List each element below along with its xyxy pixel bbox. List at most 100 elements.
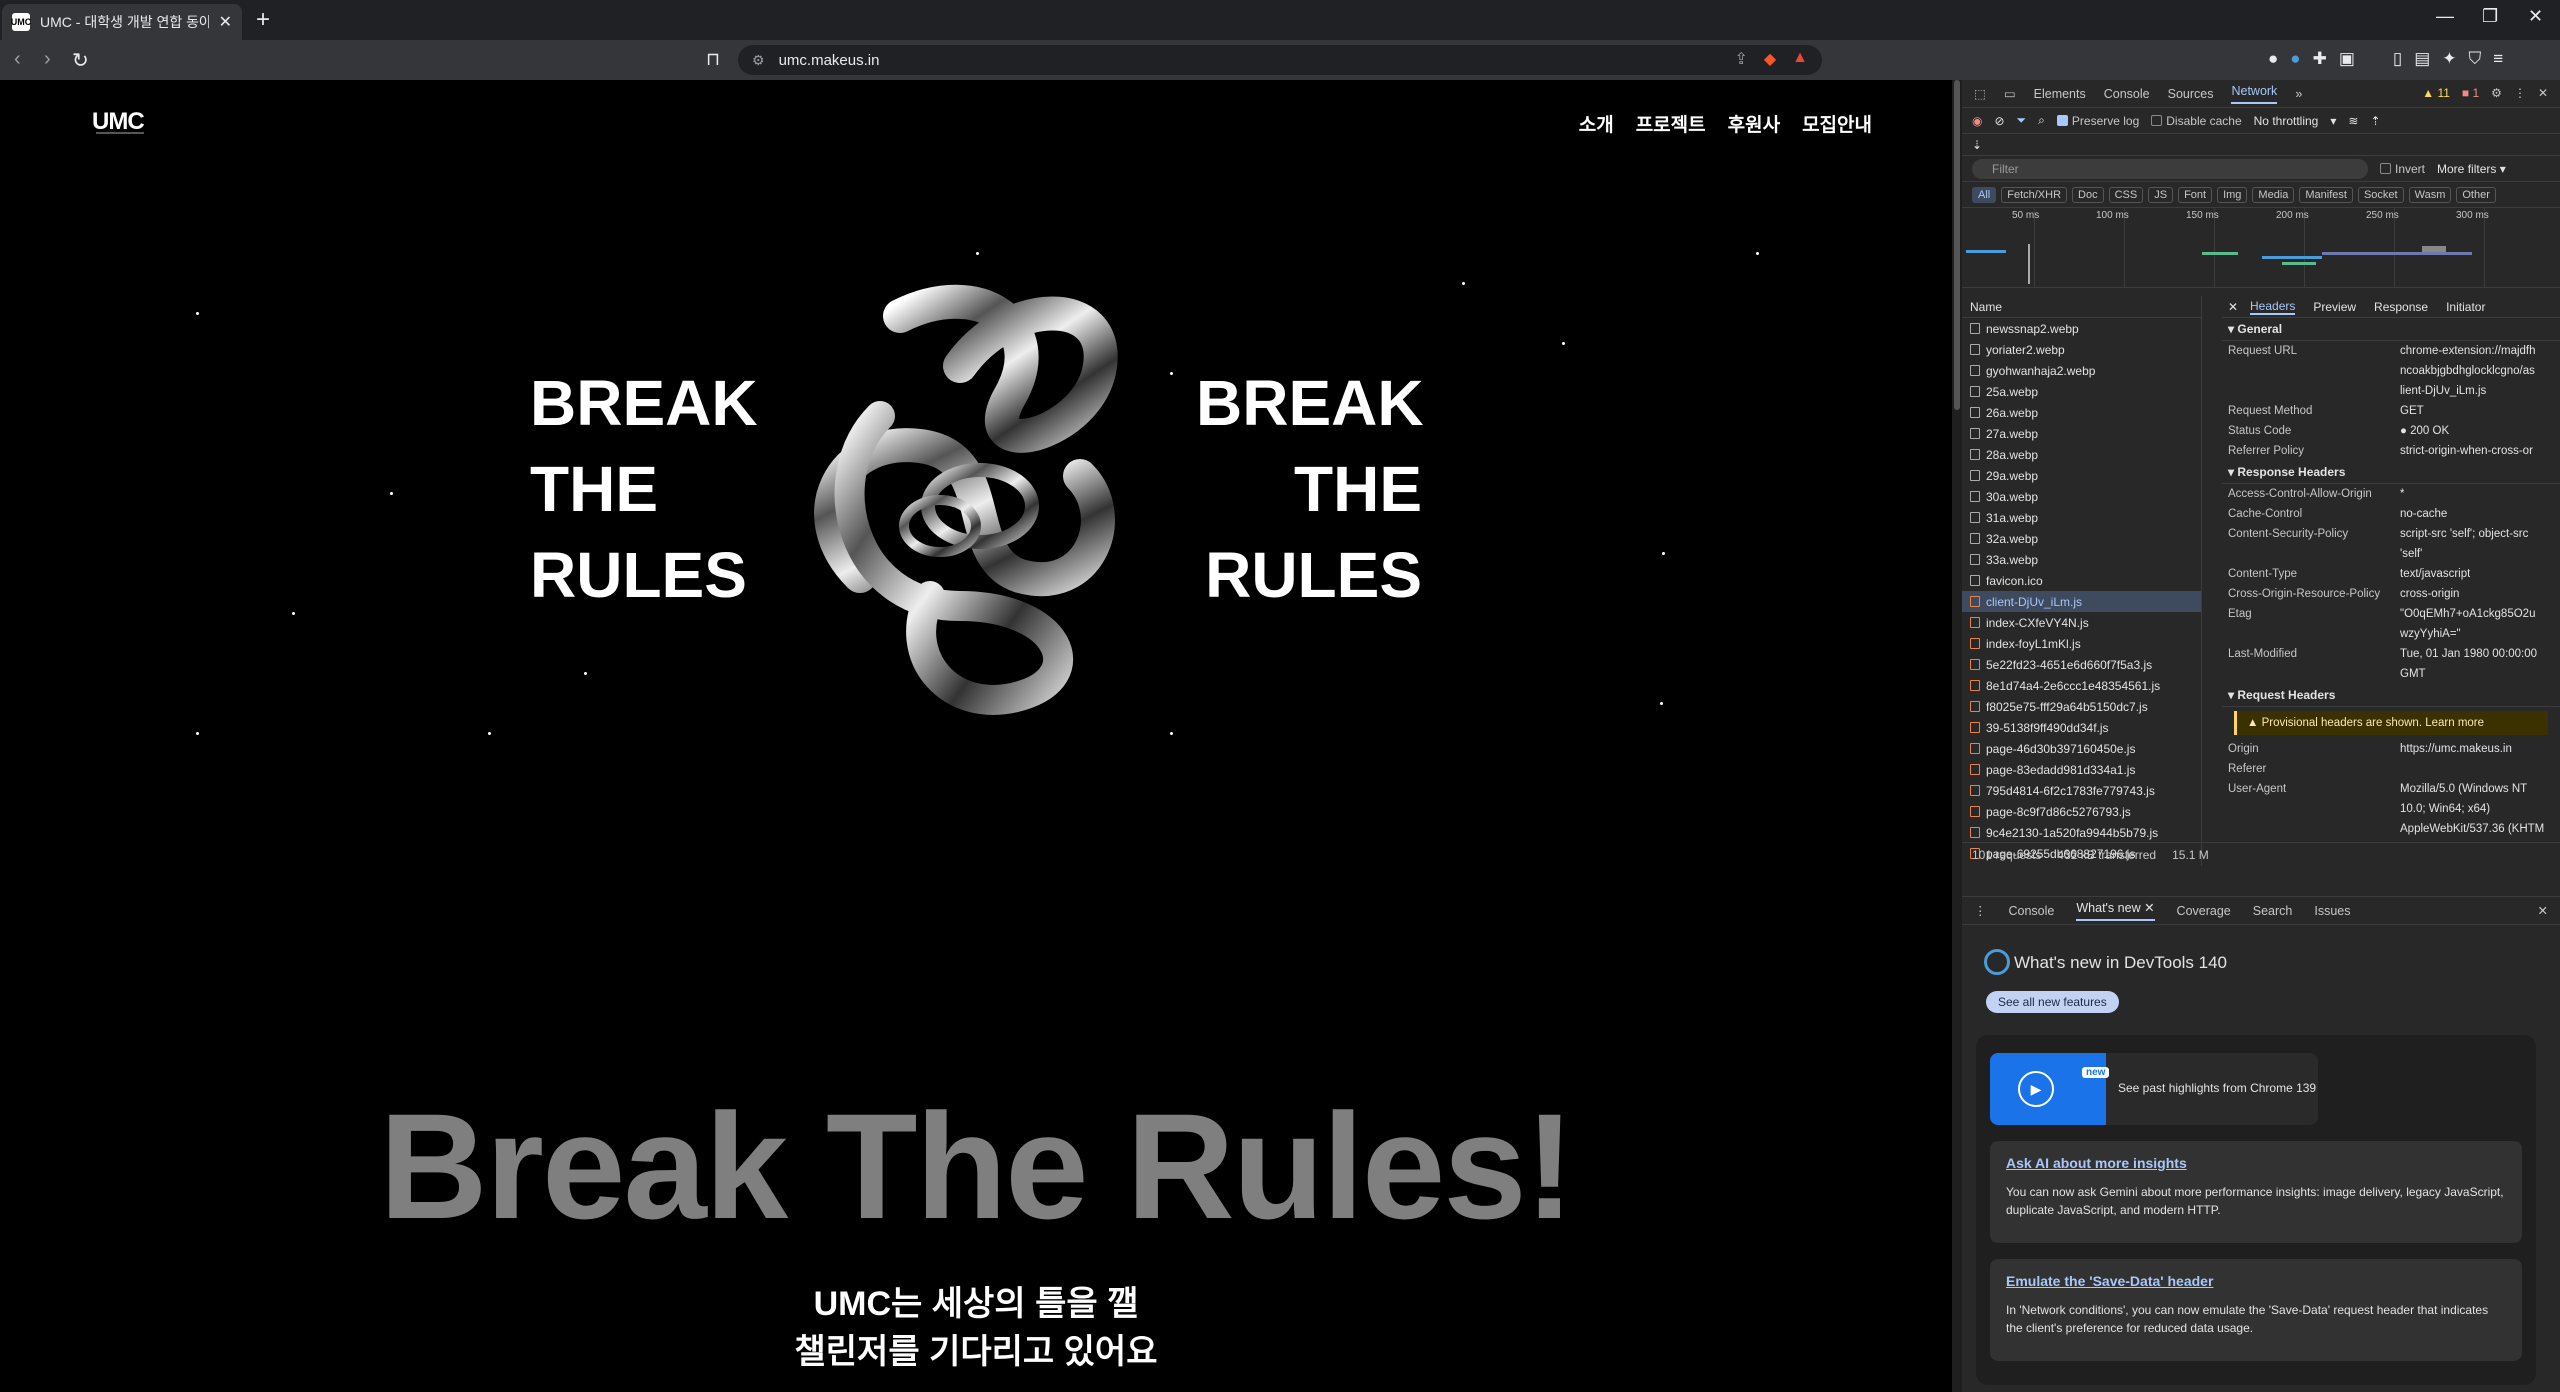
drawer-menu-icon[interactable]: ⋮ (1974, 903, 1987, 918)
close-window-button[interactable]: ✕ (2528, 6, 2543, 27)
kebab-menu-icon[interactable]: ⋮ (2514, 86, 2526, 100)
card-link[interactable]: Ask AI about more insights (2006, 1155, 2506, 1171)
puzzle-icon[interactable]: ✚ (2313, 49, 2327, 69)
tab-initiator[interactable]: Initiator (2446, 300, 2485, 314)
type-socket[interactable]: Socket (2357, 186, 2404, 203)
network-conditions-icon[interactable]: ≋ (2348, 114, 2358, 128)
filter-icon[interactable]: ⏷ (2017, 113, 2027, 128)
record-icon[interactable]: ◉ (1972, 114, 1982, 128)
more-filters-button[interactable]: More filters ▾ (2437, 162, 2506, 176)
request-row[interactable]: 5e22fd23-4651e6d660f7f5a3.js (1962, 654, 2201, 675)
request-row[interactable]: client-DjUv_iLm.js (1962, 591, 2201, 612)
type-css[interactable]: CSS (2108, 186, 2144, 203)
search-icon[interactable]: ⌕ (2038, 113, 2045, 128)
browser-tab[interactable]: UMC UMC - 대학생 개발 연합 동아리 ✕ (2, 4, 242, 40)
request-row[interactable]: page-46d30b397160450e.js (1962, 738, 2201, 759)
extension-icon[interactable]: ● (2268, 49, 2278, 69)
request-row[interactable]: 33a.webp (1962, 549, 2201, 570)
request-row[interactable]: page-8c9f7d86c5276793.js (1962, 801, 2201, 822)
close-detail-icon[interactable]: ✕ (2228, 300, 2238, 314)
tab-response[interactable]: Response (2374, 300, 2428, 314)
settings-icon[interactable]: ⚙ (2491, 86, 2502, 100)
request-row[interactable]: page-83edadd981d334a1.js (1962, 759, 2201, 780)
sidebar-icon[interactable]: ▯ (2393, 49, 2402, 69)
request-row[interactable]: favicon.ico (1962, 570, 2201, 591)
scrollbar-thumb[interactable] (1954, 80, 1960, 410)
request-row[interactable]: 795d4814-6f2c1783fe779743.js (1962, 780, 2201, 801)
tab-elements[interactable]: Elements (2034, 87, 2086, 101)
request-row[interactable]: 30a.webp (1962, 486, 2201, 507)
brave-rewards-icon[interactable]: ▲ (1792, 49, 1808, 69)
type-all[interactable]: All (1972, 186, 1997, 203)
import-icon[interactable]: ⇡ (2370, 114, 2380, 128)
past-highlights-card[interactable]: new ▶ See past highlights from Chrome 13… (1990, 1053, 2318, 1125)
throttling-select[interactable]: No throttling (2254, 114, 2319, 128)
request-row[interactable]: index-CXfeVY4N.js (1962, 612, 2201, 633)
tab-preview[interactable]: Preview (2313, 300, 2356, 314)
invert-checkbox[interactable]: Invert (2380, 162, 2425, 176)
minimize-button[interactable]: — (2436, 6, 2454, 27)
clear-icon[interactable]: ⊘ (1994, 114, 2004, 128)
inspect-icon[interactable]: ⬚ (1974, 86, 1986, 101)
drawer-tab-issues[interactable]: Issues (2314, 904, 2350, 918)
vpn-icon[interactable]: ⛉ (2469, 49, 2482, 69)
nav-recruit[interactable]: 모집안내 (1802, 110, 1872, 137)
request-row[interactable]: gyohwanhaja2.webp (1962, 360, 2201, 381)
close-tab-icon[interactable]: ✕ (219, 12, 232, 32)
see-all-features-button[interactable]: See all new features (1986, 991, 2119, 1013)
request-row[interactable]: 27a.webp (1962, 423, 2201, 444)
name-column-header[interactable]: Name (1962, 296, 2201, 318)
request-row[interactable]: 39-5138f9ff490dd34f.js (1962, 717, 2201, 738)
restore-button[interactable]: ❐ (2482, 6, 2498, 27)
more-tabs-icon[interactable]: » (2295, 87, 2302, 101)
menu-icon[interactable]: ≡ (2493, 49, 2503, 69)
warning-count[interactable]: ▲ 11 (2422, 86, 2450, 100)
request-row[interactable]: f8025e75-fff29a64b5150dc7.js (1962, 696, 2201, 717)
screenshot-icon[interactable]: ▣ (2339, 49, 2355, 69)
type-js[interactable]: JS (2148, 186, 2174, 203)
card-link[interactable]: Emulate the 'Save-Data' header (2006, 1273, 2506, 1289)
back-icon[interactable]: ‹ (14, 48, 21, 71)
type-font[interactable]: Font (2178, 186, 2213, 203)
wallet-icon[interactable]: ▤ (2414, 49, 2430, 69)
network-overview-timeline[interactable]: 50 ms 100 ms 150 ms 200 ms 250 ms 300 ms (1962, 208, 2560, 288)
tab-headers[interactable]: Headers (2250, 299, 2296, 315)
drawer-tab-whats-new[interactable]: What's new ✕ (2076, 900, 2155, 921)
brave-shield-icon[interactable]: ◆ (1764, 49, 1776, 69)
type-doc[interactable]: Doc (2072, 186, 2104, 203)
forward-icon[interactable]: › (44, 48, 51, 71)
request-row[interactable]: 28a.webp (1962, 444, 2201, 465)
request-row[interactable]: 25a.webp (1962, 381, 2201, 402)
general-section-title[interactable]: ▾ General (2222, 318, 2560, 341)
tab-sources[interactable]: Sources (2168, 87, 2214, 101)
type-manifest[interactable]: Manifest (2299, 186, 2353, 203)
bookmark-icon[interactable]: ⊓ (706, 49, 720, 70)
new-tab-button[interactable]: + (256, 6, 270, 34)
drawer-tab-search[interactable]: Search (2253, 904, 2293, 918)
close-drawer-icon[interactable]: ✕ (2538, 903, 2548, 918)
drawer-tab-console[interactable]: Console (2009, 904, 2055, 918)
request-row[interactable]: 29a.webp (1962, 465, 2201, 486)
request-row[interactable]: 8e1d74a4-2e6ccc1e48354561.js (1962, 675, 2201, 696)
chevron-down-icon[interactable]: ▾ (2330, 114, 2336, 128)
drawer-tab-coverage[interactable]: Coverage (2177, 904, 2231, 918)
type-wasm[interactable]: Wasm (2408, 186, 2452, 203)
request-row[interactable]: yoriater2.webp (1962, 339, 2201, 360)
extension-icon[interactable]: ● (2290, 49, 2300, 69)
page-scrollbar[interactable] (1952, 80, 1962, 1392)
address-bar[interactable]: ⚙ umc.makeus.in ⇪ ◆ ▲ (738, 45, 1822, 75)
nav-projects[interactable]: 프로젝트 (1636, 110, 1706, 137)
request-row[interactable]: 26a.webp (1962, 402, 2201, 423)
export-icon[interactable]: ⇣ (1972, 138, 1982, 152)
reload-icon[interactable]: ↻ (72, 48, 89, 73)
request-row[interactable]: 32a.webp (1962, 528, 2201, 549)
tab-network[interactable]: Network (2231, 84, 2278, 104)
site-info-icon[interactable]: ⚙ (752, 52, 765, 69)
type-img[interactable]: Img (2217, 186, 2248, 203)
request-row[interactable]: 31a.webp (1962, 507, 2201, 528)
request-headers-title[interactable]: ▾ Request Headers (2222, 684, 2560, 707)
ai-icon[interactable]: ✦ (2442, 49, 2456, 69)
request-row[interactable]: newssnap2.webp (1962, 318, 2201, 339)
nav-about[interactable]: 소개 (1579, 110, 1614, 137)
device-toggle-icon[interactable]: ▭ (2004, 86, 2016, 101)
